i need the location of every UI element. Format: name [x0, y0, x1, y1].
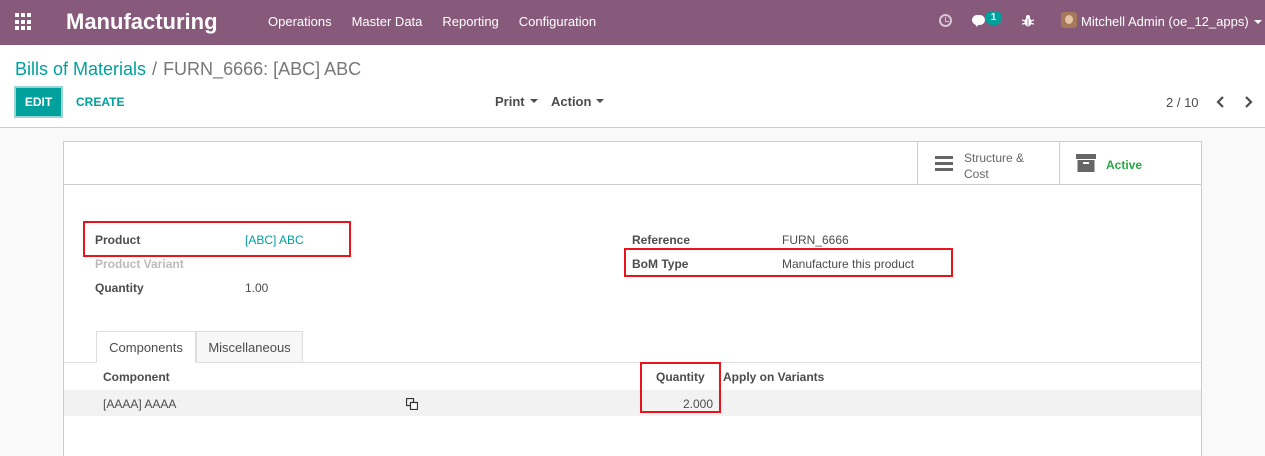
- quantity-label: Quantity: [95, 281, 144, 295]
- menu-reporting[interactable]: Reporting: [432, 0, 508, 45]
- control-panel: Bills of Materials / FURN_6666: [ABC] ABC …: [0, 45, 1265, 128]
- messages-count-badge: 1: [985, 11, 1002, 25]
- action-label: Action: [551, 94, 592, 109]
- structure-cost-label-line1: Structure &: [964, 151, 1025, 165]
- menu-operations[interactable]: Operations: [258, 0, 342, 45]
- breadcrumb-bills-of-materials[interactable]: Bills of Materials: [15, 59, 146, 79]
- activity-clock-icon[interactable]: [939, 14, 952, 27]
- column-component[interactable]: Component: [103, 370, 170, 384]
- tab-miscellaneous[interactable]: Miscellaneous: [196, 331, 303, 363]
- product-variant-label: Product Variant: [95, 257, 184, 271]
- top-navbar: Manufacturing Operations Master Data Rep…: [0, 0, 1265, 45]
- app-title[interactable]: Manufacturing: [66, 8, 218, 36]
- edit-button[interactable]: EDIT: [14, 86, 63, 118]
- pager-previous-icon[interactable]: [1214, 95, 1228, 109]
- quantity-highlight-box: [640, 362, 721, 413]
- user-avatar[interactable]: [1061, 12, 1077, 28]
- component-cell: [AAAA] AAAA: [103, 397, 177, 411]
- list-bars-icon: [935, 156, 953, 171]
- chevron-down-icon: [529, 98, 538, 103]
- product-highlight-box: [83, 221, 351, 257]
- active-toggle-button[interactable]: Active: [1059, 142, 1201, 185]
- user-menu-caret-icon[interactable]: [1254, 20, 1262, 24]
- archive-box-icon: [1076, 154, 1096, 172]
- debug-bug-icon[interactable]: [1022, 14, 1034, 28]
- tab-components[interactable]: Components: [96, 331, 196, 363]
- table-row[interactable]: [AAAA] AAAA 2.000: [64, 390, 1201, 416]
- bom-type-highlight-box: [624, 248, 953, 277]
- print-label: Print: [495, 94, 525, 109]
- breadcrumb: Bills of Materials / FURN_6666: [ABC] ABC: [15, 59, 361, 79]
- copy-external-link-icon[interactable]: [406, 398, 418, 410]
- structure-cost-button[interactable]: Structure & Cost: [917, 142, 1059, 185]
- menu-master-data[interactable]: Master Data: [342, 0, 433, 45]
- action-dropdown[interactable]: Action: [551, 86, 605, 118]
- table-row-empty: [64, 416, 1201, 442]
- structure-cost-label-line2: Cost: [964, 167, 989, 181]
- chevron-down-icon: [596, 98, 605, 103]
- menu-configuration[interactable]: Configuration: [509, 0, 606, 45]
- apps-menu-icon[interactable]: [15, 13, 33, 31]
- column-apply-on-variants[interactable]: Apply on Variants: [723, 370, 824, 384]
- user-menu-label[interactable]: Mitchell Admin (oe_12_apps): [1081, 14, 1249, 29]
- breadcrumb-current: FURN_6666: [ABC] ABC: [163, 59, 362, 79]
- reference-value: FURN_6666: [782, 233, 849, 247]
- active-label: Active: [1106, 158, 1143, 172]
- reference-label: Reference: [632, 233, 691, 247]
- messages-icon[interactable]: [972, 15, 985, 27]
- smart-button-box: Structure & Cost Active: [64, 142, 1201, 185]
- form-sheet: Structure & Cost Active Product [ABC] AB…: [63, 141, 1202, 456]
- pager-next-icon[interactable]: [1241, 95, 1255, 109]
- quantity-value: 1.00: [245, 281, 269, 295]
- main-menu: Operations Master Data Reporting Configu…: [258, 0, 606, 45]
- create-button[interactable]: CREATE: [76, 86, 124, 118]
- breadcrumb-separator: /: [152, 59, 158, 79]
- pager-value[interactable]: 2 / 10: [1166, 95, 1199, 110]
- print-dropdown[interactable]: Print: [495, 86, 538, 118]
